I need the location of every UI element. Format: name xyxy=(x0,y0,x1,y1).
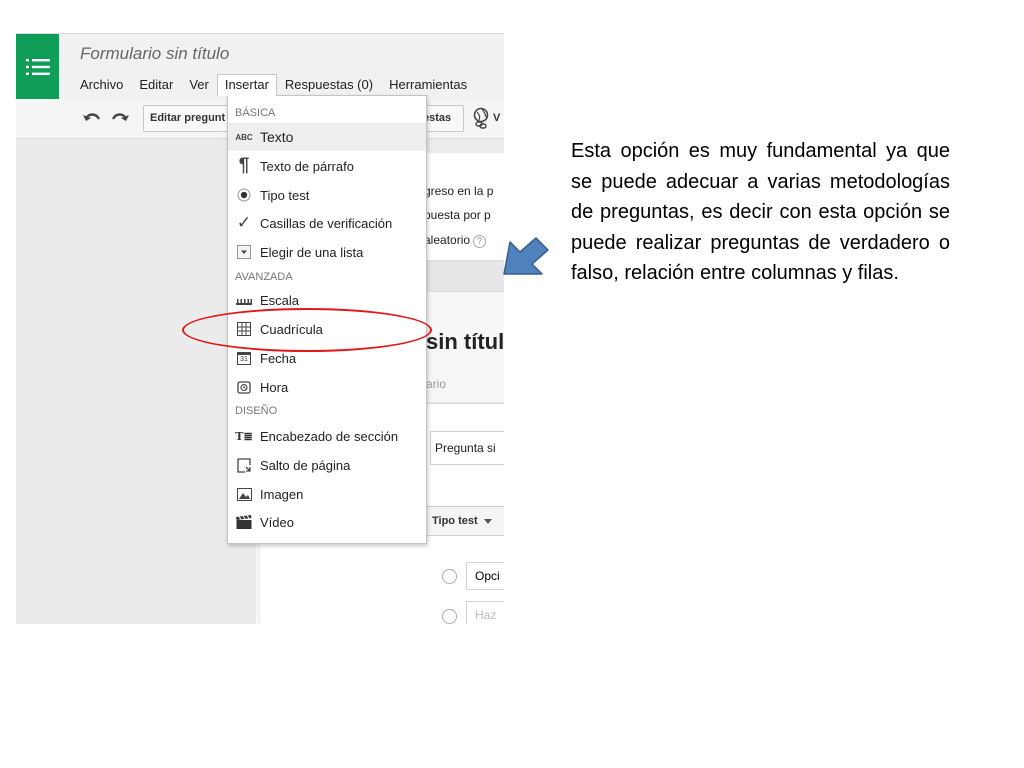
menu-item-label: Vídeo xyxy=(260,514,294,530)
menu-item-label: Texto de párrafo xyxy=(260,158,354,174)
menu-bar: Archivo Editar Ver Insertar Respuestas (… xyxy=(72,74,475,96)
scale-icon xyxy=(228,286,260,314)
callout-arrow-icon xyxy=(503,237,549,275)
question-title-input[interactable]: Pregunta si xyxy=(430,431,504,465)
menu-item-hora[interactable]: Hora xyxy=(228,373,426,401)
menu-item-elegir-lista[interactable]: Elegir de una lista xyxy=(228,238,426,266)
menu-item-encabezado-seccion[interactable]: T≣ Encabezado de sección xyxy=(228,422,426,450)
question-type-label: Tipo test xyxy=(432,515,478,527)
menu-item-casillas[interactable]: ✓ Casillas de verificación xyxy=(228,209,426,237)
section-basic-label: BÁSICA xyxy=(235,107,276,119)
menu-item-texto[interactable]: ABC Texto xyxy=(228,123,426,151)
option-input-1[interactable]: Opci xyxy=(466,562,504,590)
abc-glyph: ABC xyxy=(235,132,253,142)
page-break-icon xyxy=(228,451,260,479)
app-header: Formulario sin título Archivo Editar Ver… xyxy=(16,33,504,100)
menu-item-fecha[interactable]: 31 Fecha xyxy=(228,344,426,372)
paragraph-icon: ¶ xyxy=(228,152,260,180)
menu-item-label: Cuadrícula xyxy=(260,321,323,337)
video-icon xyxy=(228,508,260,536)
menu-item-imagen[interactable]: Imagen xyxy=(228,480,426,508)
dropdown-list-icon xyxy=(228,238,260,266)
menu-herramientas[interactable]: Herramientas xyxy=(381,74,475,96)
option-radio-1[interactable] xyxy=(442,569,457,584)
menu-item-label: Fecha xyxy=(260,350,297,366)
form-title-heading[interactable]: sin títul xyxy=(426,329,504,355)
settings-line-shuffle-label: aleatorio xyxy=(424,233,471,247)
settings-line-progress: greso en la p xyxy=(424,184,494,198)
menu-item-escala[interactable]: Escala xyxy=(228,286,426,314)
chevron-down-icon xyxy=(483,518,492,524)
section-advanced-label: AVANZADA xyxy=(235,271,293,283)
section-header-icon: T≣ xyxy=(228,422,260,450)
menu-insertar[interactable]: Insertar xyxy=(216,74,277,96)
menu-item-salto-pagina[interactable]: Salto de página xyxy=(228,451,426,479)
forms-logo-icon[interactable] xyxy=(16,34,59,100)
menu-item-label: Elegir de una lista xyxy=(260,244,364,260)
grid-icon xyxy=(228,315,260,343)
image-icon xyxy=(228,480,260,508)
menu-editar[interactable]: Editar xyxy=(131,74,181,96)
left-pane xyxy=(16,139,256,624)
menu-item-label: Encabezado de sección xyxy=(260,428,399,444)
calendar-icon: 31 xyxy=(228,344,260,372)
form-description[interactable]: ario xyxy=(426,377,446,391)
menu-item-label: Tipo test xyxy=(260,187,310,203)
menu-item-label: Casillas de verificación xyxy=(260,215,393,231)
calendar-glyph: 31 xyxy=(237,351,251,365)
screenshot-frame: Formulario sin título Archivo Editar Ver… xyxy=(16,33,504,624)
help-icon[interactable]: ? xyxy=(473,235,487,248)
section-design-label: DISEÑO xyxy=(235,405,278,417)
option-input-add[interactable]: Haz xyxy=(466,601,504,624)
insert-dropdown-menu: BÁSICA ABC Texto ¶ Texto de párrafo Tipo… xyxy=(227,95,427,544)
menu-respuestas[interactable]: Respuestas (0) xyxy=(277,74,381,96)
checkmark-icon: ✓ xyxy=(228,209,260,237)
section-header-glyph: T≣ xyxy=(235,429,253,443)
menu-item-video[interactable]: Vídeo xyxy=(228,508,426,536)
menu-item-label: Imagen xyxy=(260,486,304,502)
redo-icon[interactable] xyxy=(110,110,130,126)
menu-item-label: Hora xyxy=(260,379,289,395)
checkmark-glyph: ✓ xyxy=(236,213,252,232)
menu-item-cuadricula[interactable]: Cuadrícula xyxy=(228,315,426,343)
view-live-form-button[interactable]: V xyxy=(493,112,500,124)
menu-archivo[interactable]: Archivo xyxy=(72,74,131,96)
menu-item-tipo-test[interactable]: Tipo test xyxy=(228,181,426,209)
menu-item-label: Texto xyxy=(260,129,294,145)
annotation-text: Esta opción es muy fundamental ya que se… xyxy=(571,140,950,284)
menu-ver[interactable]: Ver xyxy=(181,74,217,96)
menu-item-label: Escala xyxy=(260,292,300,308)
settings-line-shuffle: aleatorio? xyxy=(424,233,487,248)
abc-text-icon: ABC xyxy=(228,123,260,151)
clock-icon xyxy=(228,373,260,401)
menu-item-texto-parrafo[interactable]: ¶ Texto de párrafo xyxy=(228,152,426,180)
settings-line-one-response: puesta por p xyxy=(424,208,491,222)
option-radio-2[interactable] xyxy=(442,609,457,624)
edit-questions-button[interactable]: Editar pregunt xyxy=(143,105,231,132)
radio-button-icon xyxy=(228,181,260,209)
menu-item-label: Salto de página xyxy=(260,457,351,473)
undo-icon[interactable] xyxy=(82,110,102,126)
document-title[interactable]: Formulario sin título xyxy=(80,44,229,64)
globe-link-icon[interactable] xyxy=(473,107,491,131)
question-type-select[interactable]: Tipo test xyxy=(424,506,504,536)
paragraph-glyph: ¶ xyxy=(238,155,250,176)
